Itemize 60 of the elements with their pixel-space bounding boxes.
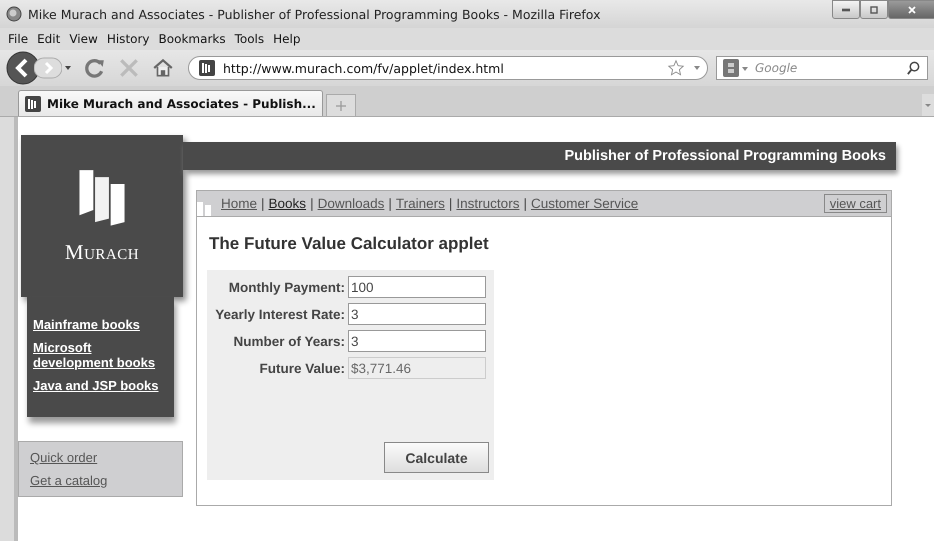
separator: | [523, 196, 527, 211]
output-field: $3,771.46 [348, 357, 486, 379]
input-field[interactable]: 3 [348, 303, 486, 325]
search-icon[interactable] [906, 60, 921, 76]
separator: | [388, 196, 392, 211]
address-bar[interactable]: http://www.murach.com/fv/applet/index.html [188, 56, 708, 80]
sidebar-link[interactable]: Java and JSP books [33, 378, 174, 393]
nav-link[interactable]: Books [268, 196, 306, 211]
separator: | [310, 196, 314, 211]
search-engine-icon[interactable] [723, 59, 749, 77]
home-icon[interactable] [152, 57, 174, 79]
site-icon [199, 60, 215, 76]
caret-icon [925, 104, 931, 106]
menu-item[interactable]: Help [273, 32, 300, 46]
maximize-icon [870, 6, 878, 14]
page-heading: The Future Value Calculator applet [209, 234, 490, 254]
menu-item[interactable]: File [8, 32, 28, 46]
search-field[interactable]: Google [716, 56, 928, 80]
nav-link[interactable]: Instructors [456, 196, 520, 211]
nav-link[interactable]: Customer Service [530, 196, 638, 211]
minimize-button[interactable] [832, 0, 860, 19]
plus-icon [336, 100, 346, 110]
menu-item[interactable]: Bookmarks [158, 32, 226, 46]
menu-item[interactable]: Edit [37, 32, 60, 46]
site-icon [25, 96, 41, 112]
quick-link[interactable]: Quick order [30, 450, 171, 465]
calculate-button[interactable]: Calculate [384, 442, 489, 473]
sidebar-link[interactable]: Mainframe books [33, 317, 174, 332]
close-button[interactable] [888, 0, 934, 19]
view-cart-link[interactable]: view cart [824, 194, 887, 213]
browser-tab[interactable]: Mike Murach and Associates - Publish... [18, 90, 323, 116]
window-title: Mike Murach and Associates - Publisher of Professional Programming Books - Mozilla Firefox [28, 6, 602, 22]
star-icon[interactable] [667, 59, 685, 77]
field-label: Number of Years: [232, 334, 346, 348]
minimize-icon [842, 6, 850, 14]
field-label: Monthly Payment: [228, 280, 346, 294]
quick-link[interactable]: Get a catalog [30, 473, 171, 488]
close-icon [908, 6, 916, 14]
logo[interactable]: Murach [21, 135, 183, 297]
globe-icon [6, 6, 22, 22]
input-field[interactable]: 100 [348, 276, 486, 298]
nav-link[interactable]: Trainers [396, 196, 445, 211]
reload-icon[interactable] [84, 57, 106, 79]
field-label: Future Value: [258, 360, 346, 376]
separator: | [261, 196, 265, 211]
tagline: Publisher of Professional Programming Books [564, 148, 886, 164]
nav-link[interactable]: Home [221, 196, 258, 211]
field-label: Yearly Interest Rate: [214, 306, 346, 322]
dropdown-icon[interactable] [693, 64, 701, 72]
maximize-button[interactable] [860, 0, 888, 19]
sidebar-link[interactable]: Microsoft development books [33, 340, 174, 370]
menu-item[interactable]: View [69, 32, 98, 46]
separator: | [448, 196, 452, 211]
menu-item[interactable]: History [106, 32, 150, 46]
tab-list-button[interactable] [922, 94, 934, 116]
nav-link[interactable]: Downloads [318, 196, 384, 211]
input-field[interactable]: 3 [348, 330, 486, 352]
logo-mark-icon [197, 202, 211, 216]
back-forward-buttons[interactable] [6, 51, 72, 85]
menu-item[interactable]: Tools [234, 32, 264, 46]
